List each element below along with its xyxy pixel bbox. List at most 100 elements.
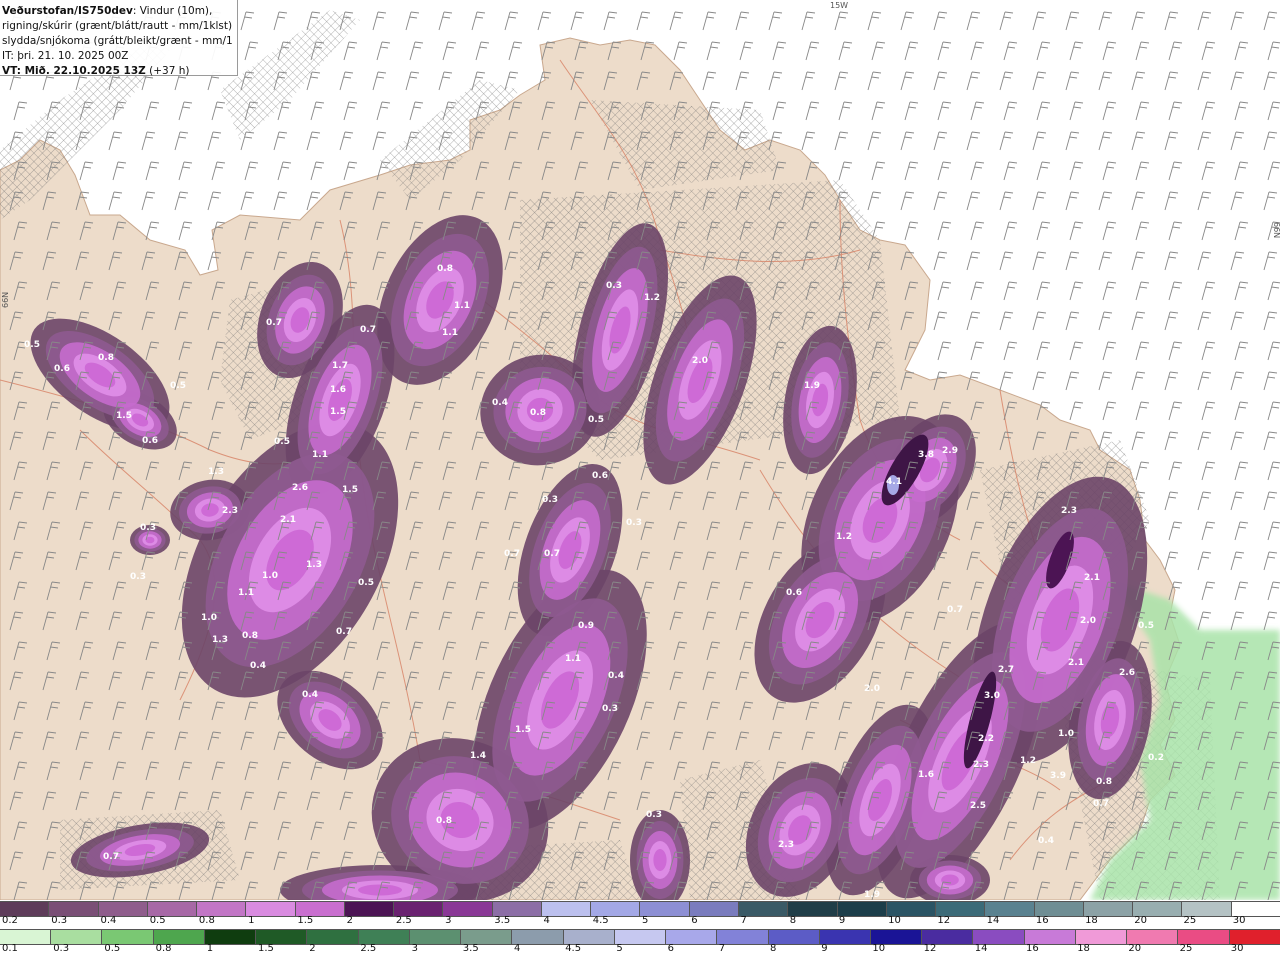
legend-label: 12 <box>937 915 951 926</box>
title-line2: rigning/skúrir (grænt/blátt/rautt - mm/1… <box>2 20 233 32</box>
legend-label: 8 <box>770 943 777 954</box>
legend-label: 0.4 <box>100 915 117 926</box>
precip-value-label: 0.5 <box>24 340 40 350</box>
legend-label: 3 <box>445 915 452 926</box>
legend-label: 4 <box>514 943 521 954</box>
precip-value-label: 3.8 <box>918 450 934 460</box>
legend-label: 1 <box>248 915 255 926</box>
legend-swatch <box>563 930 615 944</box>
legend-label: 12 <box>923 943 937 954</box>
legend-swatch <box>0 930 52 944</box>
precip-value-label: 1.7 <box>332 361 348 371</box>
precip-value-label: 3.9 <box>1050 771 1066 781</box>
legend-label: 7 <box>718 943 726 954</box>
precip-value-label: 2.6 <box>292 483 308 493</box>
precip-value-label: 2.0 <box>864 684 880 694</box>
legend-label: 14 <box>974 943 988 954</box>
grid-label-66n-left: 66N <box>1 292 10 308</box>
legend-label: 10 <box>888 915 901 926</box>
legend-label: 3 <box>411 943 418 954</box>
precip-value-label: 1.9 <box>804 381 820 391</box>
precip-value-label: 1.6 <box>330 385 346 395</box>
legend-label: 2.5 <box>395 915 412 926</box>
forecast-hour: (+37 h) <box>145 65 190 77</box>
precip-value-label: 1.1 <box>238 588 254 598</box>
legend-label: 2 <box>309 943 316 954</box>
legend-swatch <box>922 930 974 944</box>
precip-value-label: 0.5 <box>358 578 374 588</box>
precip-value-label: 2.3 <box>973 760 989 770</box>
legend-swatch <box>541 902 592 916</box>
precip-value-label: 0.5 <box>274 437 290 447</box>
legend-swatch <box>246 902 296 916</box>
precip-value-label: 0.3 <box>140 523 156 533</box>
precip-value-label: 1.3 <box>208 467 224 477</box>
precip-value-label: 2.9 <box>942 446 958 456</box>
precip-value-label: 2.0 <box>692 356 708 366</box>
precip-value-label: 1.5 <box>116 411 132 421</box>
legend-label: 9 <box>821 943 828 954</box>
legend-label: 0.2 <box>2 915 18 926</box>
precip-value-label: 0.6 <box>786 588 802 598</box>
precip-value-label: 1.6 <box>918 770 934 780</box>
legend-swatch <box>153 930 205 944</box>
title-line1: : Vindur (10m), <box>132 5 213 17</box>
precip-value-label: 1.0 <box>201 613 217 623</box>
legend-label: 2.5 <box>360 943 377 954</box>
precip-value-label: 1.4 <box>470 751 486 761</box>
precip-value-label: 0.8 <box>242 631 258 641</box>
legend-swatch <box>886 902 937 916</box>
legend-swatch <box>870 930 923 944</box>
legend-swatch <box>1083 902 1134 916</box>
legend-swatch <box>102 930 154 944</box>
legend-label: 9 <box>838 915 846 926</box>
legend-swatch <box>147 902 198 916</box>
legend-swatch <box>51 930 103 944</box>
legend-label: 3.5 <box>462 943 479 954</box>
legend-label: 20 <box>1128 943 1142 954</box>
precip-value-label: 1.3 <box>212 635 228 645</box>
precip-value-label: 0.3 <box>646 810 662 820</box>
precip-value-label: 0.3 <box>626 518 642 528</box>
legend-label: 8 <box>789 915 797 926</box>
legend-label: 16 <box>1035 915 1049 926</box>
precip-value-label: 0.3 <box>130 572 146 582</box>
legend-label: 1.5 <box>297 915 314 926</box>
legend-label: 5 <box>616 943 623 954</box>
precip-value-label: 1.2 <box>644 293 660 303</box>
grid-label-66n-right: 66N <box>1272 222 1280 238</box>
legend-swatch <box>717 930 769 944</box>
legend-swatch <box>666 930 718 944</box>
legend-label: 0.8 <box>155 943 172 954</box>
precip-value-label: 2.1 <box>280 515 296 525</box>
precip-value-label: 0.4 <box>1038 836 1054 846</box>
map-title-box: Veðurstofan/IS750dev: Vindur (10m), rign… <box>0 0 238 77</box>
legend-label: 10 <box>872 943 886 954</box>
precip-value-label: 0.6 <box>54 364 70 374</box>
legend-swatch <box>1229 930 1280 944</box>
legend-label: 0.5 <box>104 943 121 954</box>
precip-value-label: 0.4 <box>608 671 624 681</box>
legend-swatch <box>689 902 739 916</box>
legend-swatch <box>443 902 493 916</box>
precip-value-label: 2.1 <box>1084 573 1100 583</box>
legend-swatch <box>985 902 1035 916</box>
precip-value-label: 1.5 <box>330 407 346 417</box>
precip-value-label: 1.0 <box>262 571 278 581</box>
legend-label: 4 <box>543 915 550 926</box>
legend-swatch <box>358 930 410 944</box>
legend-swatch <box>591 902 641 916</box>
precip-value-label: 0.5 <box>170 381 186 391</box>
legend-label: 7 <box>740 915 747 926</box>
legend-label: 3.5 <box>494 915 511 926</box>
legend-swatch <box>0 902 50 916</box>
precip-value-label: 0.6 <box>142 436 158 446</box>
precip-value-label: 4.1 <box>886 477 902 487</box>
legend-swatch <box>768 930 820 944</box>
legend-label: 1.5 <box>258 943 274 954</box>
legend-swatch <box>49 902 99 916</box>
legend-swatch <box>394 902 444 916</box>
legend-label: 18 <box>1077 943 1090 954</box>
precip-value-label: 2.5 <box>970 801 986 811</box>
precip-value-label: 1.1 <box>565 654 581 664</box>
